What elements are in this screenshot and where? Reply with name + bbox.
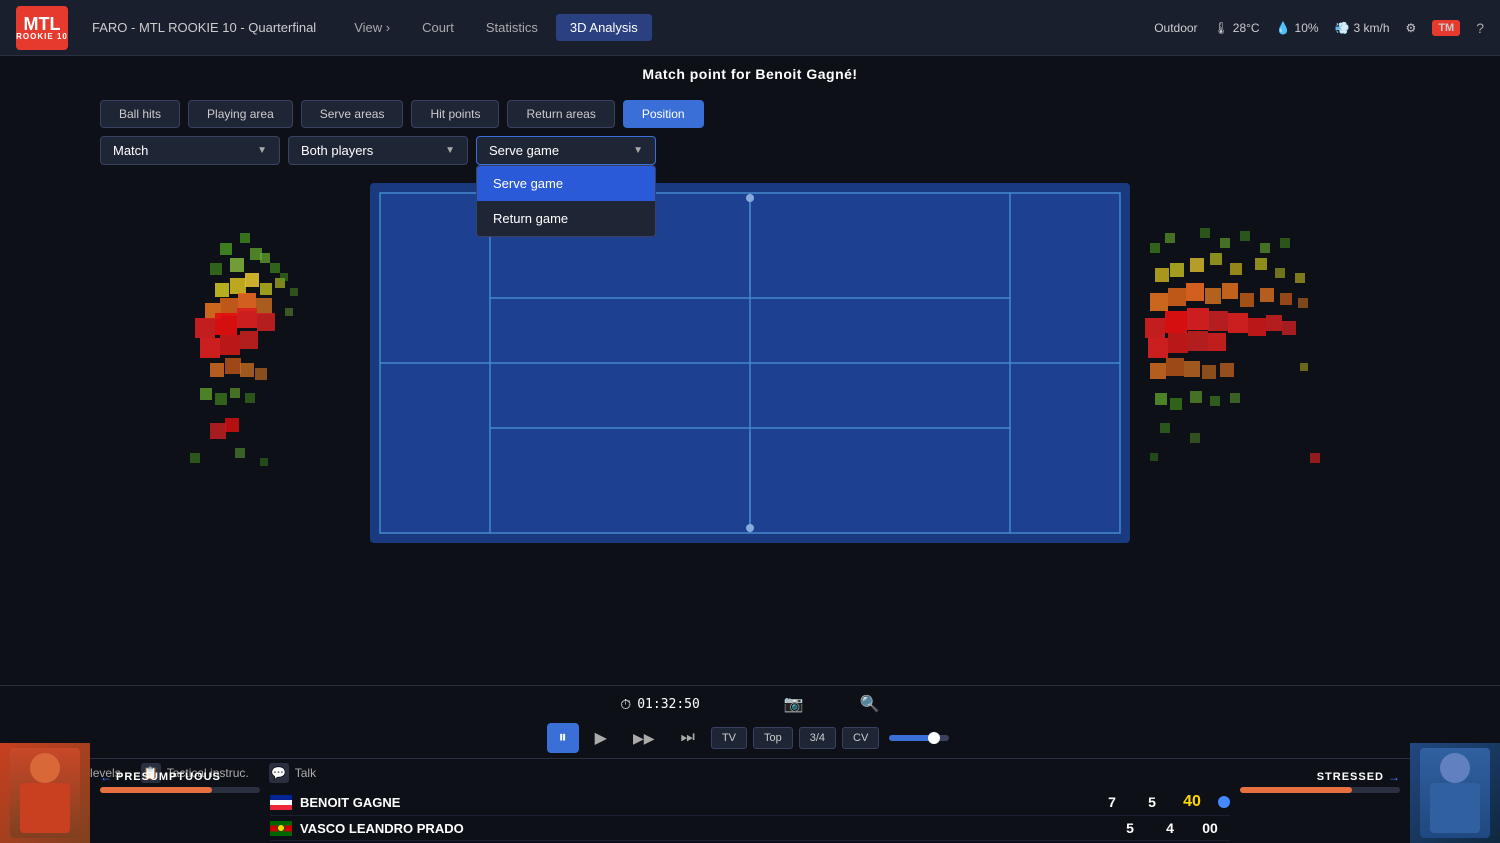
timer-icon: ⏱	[620, 696, 631, 713]
scoreboard: ← PRESUMPTUOUS BENOIT GAGNE 7 5 40	[0, 787, 1500, 843]
match-point-text: Match point for Benoit Gagné!	[642, 66, 857, 82]
talk-tab[interactable]: 💬 Talk	[269, 763, 316, 783]
nav-court[interactable]: Court	[408, 14, 468, 41]
nav-statistics[interactable]: Statistics	[472, 14, 552, 41]
thermometer-icon: 🌡	[1214, 21, 1229, 35]
step-forward-button[interactable]: ▶▶	[623, 724, 665, 753]
timer-display: ⏱ 01:32:50	[620, 696, 700, 713]
filter-row: Ball hits Playing area Serve areas Hit p…	[0, 92, 1500, 136]
fraction-button[interactable]: 3/4	[799, 727, 836, 749]
left-player-status: PRESUMPTUOUS	[116, 771, 221, 783]
player1-name: BENOIT GAGNE	[300, 795, 1092, 810]
right-player-bar-fill	[1240, 787, 1352, 793]
search-icon: 🔍	[860, 694, 880, 714]
transport-controls: ⏸ ▶ ▶▶ ⏭ TV Top 3/4 CV	[0, 718, 1500, 758]
cv-button[interactable]: CV	[842, 727, 879, 749]
player-left-info: ← PRESUMPTUOUS	[100, 770, 260, 793]
left-player-bar-fill	[100, 787, 212, 793]
talk-label: Talk	[295, 766, 316, 780]
filter-serve-areas[interactable]: Serve areas	[301, 100, 404, 128]
filter-playing-area[interactable]: Playing area	[188, 100, 293, 128]
players-dropdown-arrow: ▼	[445, 145, 455, 156]
player2-flag	[270, 821, 292, 836]
logo-area: MTL ROOKIE 10	[16, 6, 68, 50]
playback-controls: ⏱ 01:32:50 📷 🔍	[0, 685, 1500, 718]
player1-current-score: 40	[1172, 793, 1212, 811]
nav-3d-analysis[interactable]: 3D Analysis	[556, 14, 652, 41]
filter-position[interactable]: Position	[623, 100, 704, 128]
game-type-option-serve[interactable]: Serve game	[477, 166, 655, 201]
mtl-logo: MTL ROOKIE 10	[16, 6, 68, 50]
game-type-dropdown-arrow: ▼	[633, 145, 643, 156]
match-dropdown-btn[interactable]: Match ▼	[100, 136, 280, 165]
right-player-status: STRESSED	[1317, 771, 1384, 783]
player-left-photo	[0, 743, 90, 843]
player1-set2: 5	[1132, 794, 1172, 810]
speed-slider[interactable]	[889, 735, 949, 741]
game-type-dropdown-value: Serve game	[489, 143, 559, 158]
players-dropdown-btn[interactable]: Both players ▼	[288, 136, 468, 165]
weather-wind-percent: 💧 10%	[1276, 21, 1319, 35]
player2-set2: 4	[1150, 820, 1190, 836]
players-dropdown[interactable]: Both players ▼	[288, 136, 468, 165]
weather-wind-speed: 💨 3 km/h	[1335, 21, 1390, 35]
player1-serve-indicator	[1218, 796, 1230, 808]
player2-name: VASCO LEANDRO PRADO	[300, 821, 1110, 836]
right-player-bar	[1240, 787, 1400, 793]
top-right-area: Outdoor 🌡 28°C 💧 10% 💨 3 km/h ⚙ TM ?	[1154, 20, 1484, 36]
droplet-icon: 💧	[1276, 21, 1291, 35]
top-navigation: MTL ROOKIE 10 FARO - MTL ROOKIE 10 - Qua…	[0, 0, 1500, 56]
main-nav: View › Court Statistics 3D Analysis	[340, 14, 652, 41]
weather-outdoor: Outdoor	[1154, 21, 1197, 35]
player2-current-score: 00	[1190, 820, 1230, 836]
tennis-court-svg	[370, 183, 1130, 543]
wind-icon: 💨	[1335, 21, 1350, 35]
player2-set1: 5	[1110, 820, 1150, 836]
players-dropdown-value: Both players	[301, 143, 373, 158]
filter-hit-points[interactable]: Hit points	[411, 100, 499, 128]
fast-forward-button[interactable]: ⏭	[671, 723, 705, 753]
dropdowns-row: Match ▼ Both players ▼ Serve game ▼ Serv…	[0, 136, 1500, 173]
settings-icon[interactable]: ⚙	[1406, 21, 1417, 35]
camera-icon: 📷	[784, 694, 804, 714]
help-icon[interactable]: ?	[1476, 20, 1484, 36]
play-button[interactable]: ▶	[585, 722, 617, 754]
filter-return-areas[interactable]: Return areas	[507, 100, 614, 128]
match-dropdown[interactable]: Match ▼	[100, 136, 280, 165]
match-dropdown-value: Match	[113, 143, 148, 158]
player2-score-row: VASCO LEANDRO PRADO 5 4 00	[270, 816, 1230, 841]
player1-score-row: BENOIT GAGNE 7 5 40	[270, 789, 1230, 816]
filter-ball-hits[interactable]: Ball hits	[100, 100, 180, 128]
right-player-arrow-icon: →	[1388, 770, 1400, 784]
game-type-option-return[interactable]: Return game	[477, 201, 655, 236]
bottom-area: ⏱ 01:32:50 📷 🔍 ⏸ ▶ ▶▶ ⏭ TV Top 3/4 CV	[0, 685, 1500, 843]
heatmap-right	[1140, 203, 1340, 513]
player-right-info: STRESSED →	[1240, 770, 1400, 793]
game-type-dropdown[interactable]: Serve game ▼ Serve game Return game	[476, 136, 656, 165]
nav-view[interactable]: View ›	[340, 14, 404, 41]
scoreboard-center: BENOIT GAGNE 7 5 40 VASCO LEANDRO PRADO …	[270, 789, 1230, 841]
tm-badge: TM	[1432, 20, 1460, 36]
game-type-dropdown-menu: Serve game Return game	[476, 165, 656, 237]
heatmap-left	[160, 203, 360, 513]
timer-value: 01:32:50	[637, 697, 700, 712]
left-player-arrow-icon: ←	[100, 770, 112, 784]
main-content: Match point for Benoit Gagné! Ball hits …	[0, 56, 1500, 843]
player1-flag	[270, 795, 292, 810]
match-title: FARO - MTL ROOKIE 10 - Quarterfinal	[92, 20, 316, 35]
game-type-dropdown-btn[interactable]: Serve game ▼	[476, 136, 656, 165]
court-area	[370, 183, 1130, 543]
match-point-banner: Match point for Benoit Gagné!	[0, 56, 1500, 92]
match-dropdown-arrow: ▼	[257, 145, 267, 156]
tv-button[interactable]: TV	[711, 727, 747, 749]
pause-button[interactable]: ⏸	[547, 723, 579, 753]
player1-set1: 7	[1092, 794, 1132, 810]
talk-icon: 💬	[269, 763, 289, 783]
weather-temp: 🌡 28°C	[1214, 21, 1260, 35]
left-player-bar	[100, 787, 260, 793]
player-right-photo	[1410, 743, 1500, 843]
top-button[interactable]: Top	[753, 727, 793, 749]
